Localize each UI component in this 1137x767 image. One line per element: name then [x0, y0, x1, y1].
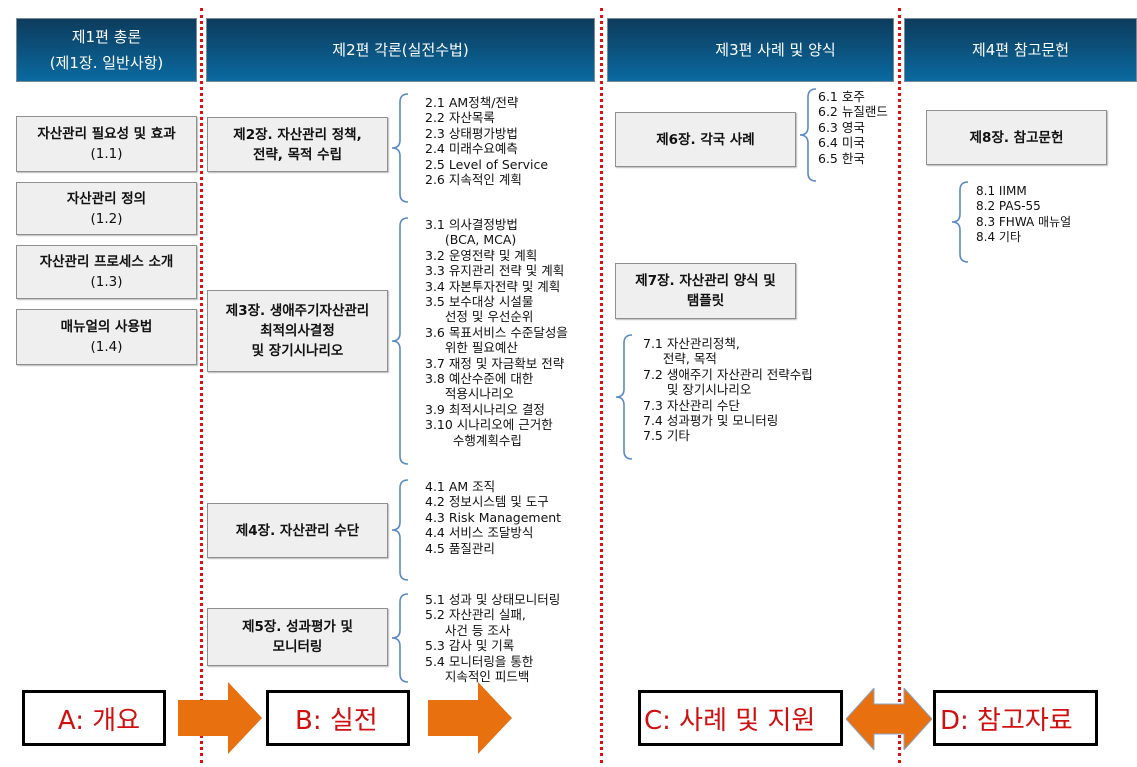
part1-box-title: 자산관리 정의 — [66, 190, 147, 207]
brace-chapter-6 — [799, 88, 817, 182]
part1-box-num: (1.3) — [90, 274, 123, 290]
flow-label-b: B: 실전 — [266, 690, 410, 746]
brace-chapter-5 — [391, 593, 409, 683]
divider-1 — [200, 8, 203, 763]
arrow-c-d-bidirectional — [846, 688, 932, 750]
header-part3: 제3편 사례 및 양식 — [607, 18, 894, 82]
part1-box-num: (1.1) — [90, 146, 123, 162]
chapter-4-box: 제4장. 자산관리 수단 — [207, 503, 388, 558]
brace-chapter-7 — [615, 334, 633, 460]
flow-label-c: C: 사례 및 지원 — [638, 690, 843, 746]
header-part2: 제2편 각론(실전수법) — [206, 18, 595, 82]
header-part1: 제1편 총론 (제1장. 일반사항) — [16, 18, 197, 82]
header-part1-subtitle: (제1장. 일반사항) — [49, 54, 164, 72]
header-part4-title: 제4편 참고문헌 — [971, 41, 1070, 59]
divider-3 — [898, 8, 901, 763]
flow-label-c-text: C: 사례 및 지원 — [644, 705, 816, 736]
part1-box-title: 자산관리 프로세스 소개 — [39, 254, 174, 270]
arrow-b-to-c — [428, 682, 512, 754]
brace-chapter-2 — [391, 93, 409, 203]
chapter-5-items: 5.1 성과 및 상태모니터링 5.2 자산관리 실패, 사건 등 조사 5.3… — [425, 592, 561, 685]
flow-label-b-text: B: 실전 — [295, 705, 378, 736]
header-part4: 제4편 참고문헌 — [904, 18, 1137, 82]
divider-2 — [600, 8, 603, 763]
chapter-6-box: 제6장. 각국 사례 — [615, 112, 796, 167]
chapter-3-box: 제3장. 생애주기자산관리 최적의사결정 및 장기시나리오 — [207, 290, 388, 372]
chapter-5-box: 제5장. 성과평가 및 모니터링 — [207, 608, 388, 666]
part1-box-4: 매뉴얼의 사용법 (1.4) — [16, 309, 197, 365]
flow-label-a-text: A: 개요 — [57, 705, 141, 736]
brace-chapter-4 — [391, 479, 409, 581]
flow-label-a: A: 개요 — [22, 690, 166, 746]
chapter-7-box: 제7장. 자산관리 양식 및 탬플릿 — [615, 263, 796, 319]
chapter-2-items: 2.1 AM정책/전략 2.2 자산목록 2.3 상태평가방법 2.4 미래수요… — [425, 95, 549, 188]
header-part3-title: 제3편 사례 및 양식 — [715, 41, 836, 59]
part1-box-2: 자산관리 정의 (1.2) — [16, 182, 197, 235]
chapter-4-items: 4.1 AM 조직 4.2 정보시스템 및 도구 4.3 Risk Manage… — [425, 479, 562, 556]
chapter-7-items: 7.1 자산관리정책, 전략, 목적 7.2 생애주기 자산관리 전략수립 및 … — [643, 336, 813, 444]
brace-chapter-3 — [391, 217, 409, 465]
flow-label-d-text: D: 참고자료 — [940, 705, 1073, 736]
part1-box-3: 자산관리 프로세스 소개 (1.3) — [16, 245, 197, 299]
chapter-2-box: 제2장. 자산관리 정책, 전략, 목적 수립 — [207, 117, 388, 172]
flow-label-d: D: 참고자료 — [933, 690, 1098, 746]
part1-box-1: 자산관리 필요성 및 효과 (1.1) — [16, 116, 197, 172]
chapter-8-items: 8.1 IIMM 8.2 PAS-55 8.3 FHWA 매뉴얼 8.4 기타 — [976, 184, 1072, 245]
header-part2-title: 제2편 각론(실전수법) — [332, 41, 469, 59]
part1-box-num: (1.4) — [90, 339, 123, 355]
header-part1-title: 제1편 총론 — [71, 28, 142, 46]
arrow-a-to-b — [178, 682, 262, 754]
chapter-8-box: 제8장. 참고문헌 — [926, 110, 1107, 165]
brace-chapter-8 — [951, 181, 969, 263]
chapter-6-items: 6.1 호주 6.2 뉴질랜드 6.3 영국 6.4 미국 6.5 한국 — [818, 89, 888, 166]
part1-box-title: 자산관리 필요성 및 효과 — [37, 126, 176, 142]
part1-box-title: 매뉴얼의 사용법 — [60, 319, 153, 335]
part1-box-num: (1.2) — [90, 210, 123, 227]
chapter-3-items: 3.1 의사결정방법 (BCA, MCA) 3.2 운영전략 및 계획 3.3 … — [425, 217, 568, 448]
